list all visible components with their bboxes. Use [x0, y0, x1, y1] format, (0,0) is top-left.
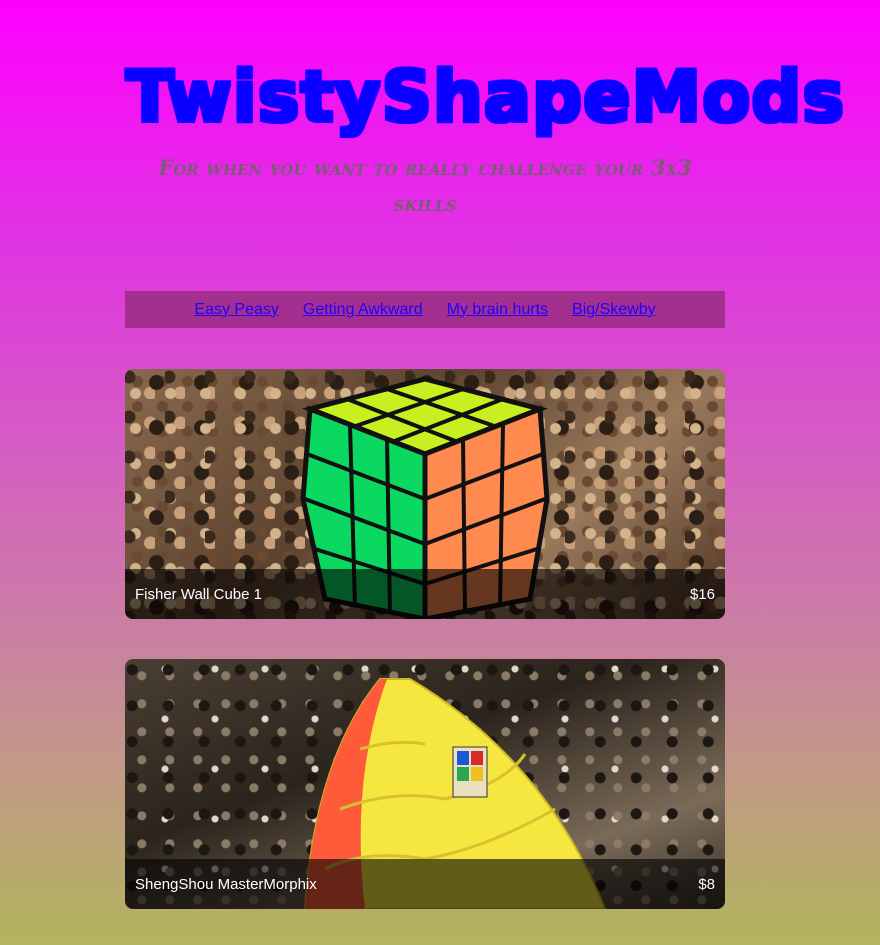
product-name: Fisher Wall Cube 1 — [135, 585, 262, 603]
site-title: TwistyShapeMods — [124, 55, 846, 140]
product-card[interactable]: Fisher Wall Cube 1 $16 — [125, 369, 725, 619]
nav-link-big-skewby[interactable]: Big/Skewby — [572, 301, 656, 319]
product-card[interactable]: ShengShou MasterMorphix $8 — [125, 659, 725, 909]
nav-link-getting-awkward[interactable]: Getting Awkward — [303, 301, 423, 319]
product-caption: ShengShou MasterMorphix $8 — [125, 859, 725, 909]
product-caption: Fisher Wall Cube 1 $16 — [125, 569, 725, 619]
nav-link-my-brain-hurts[interactable]: My brain hurts — [447, 301, 548, 319]
tagline: For when you want to really challenge yo… — [158, 155, 692, 216]
product-name: ShengShou MasterMorphix — [135, 875, 317, 893]
product-price: $8 — [698, 875, 715, 893]
product-price: $16 — [689, 585, 715, 603]
category-nav: Easy Peasy Getting Awkward My brain hurt… — [125, 291, 725, 328]
nav-link-easy-peasy[interactable]: Easy Peasy — [194, 301, 278, 319]
